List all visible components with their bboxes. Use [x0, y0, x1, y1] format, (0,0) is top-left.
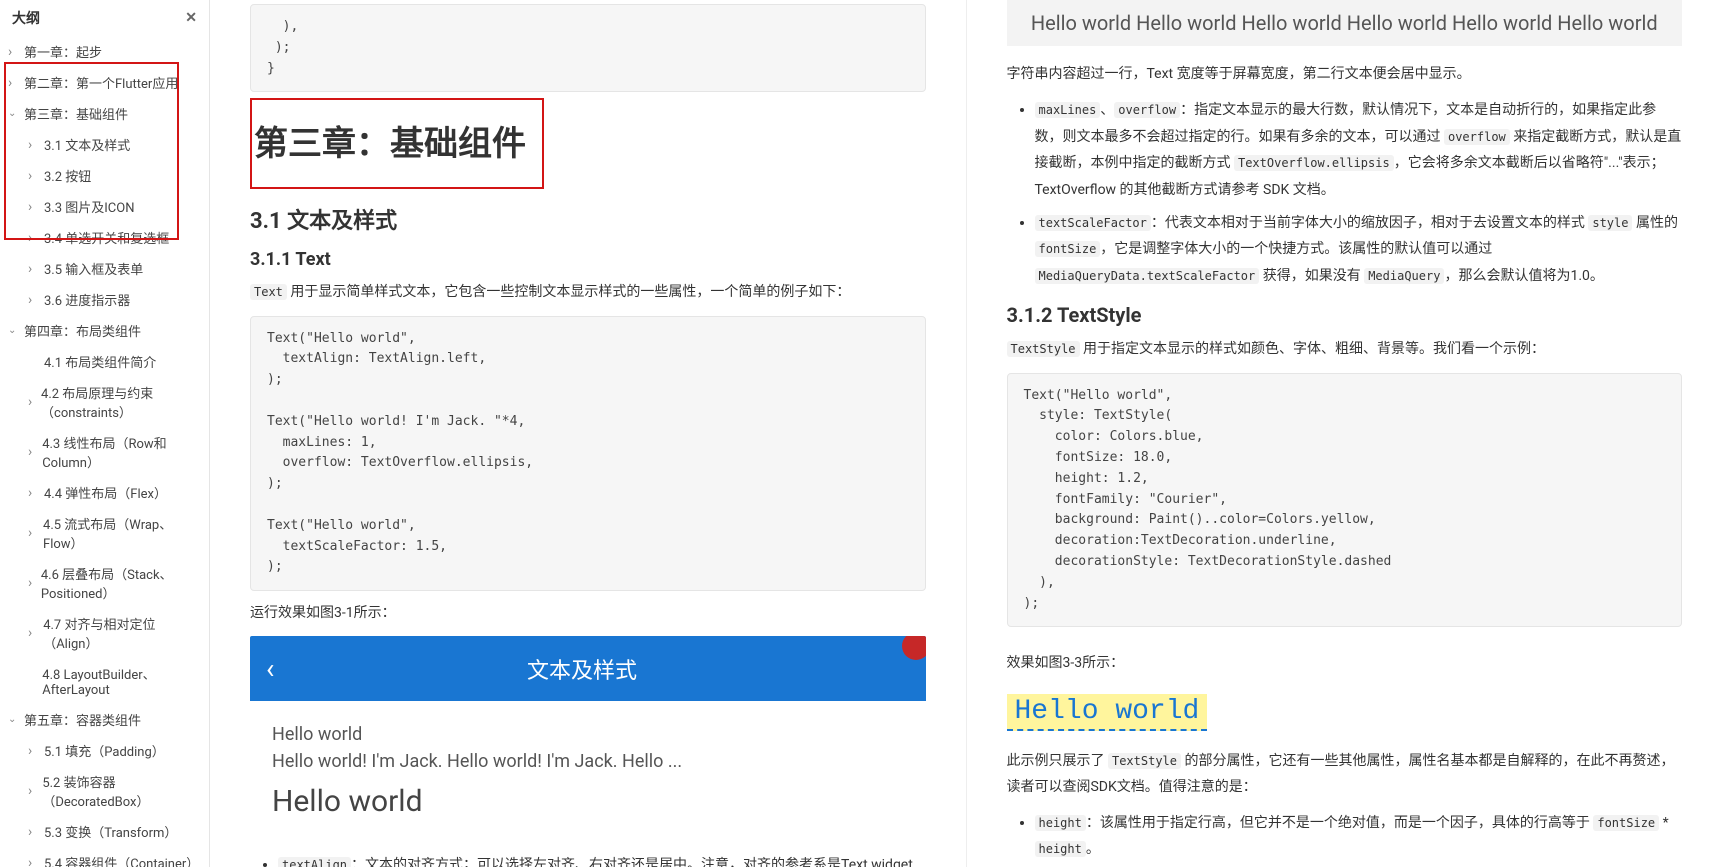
hello-banner: Hello world Hello world Hello world Hell… — [1007, 0, 1683, 46]
section-3-1-1: 3.1.1 Text — [250, 249, 926, 270]
nav-item[interactable]: 第四章：布局类组件 — [0, 315, 209, 346]
sidebar-header: 大纲 ✕ — [0, 0, 209, 36]
chevron-icon — [28, 676, 40, 687]
nav-label: 4.3 线性布局（Row和Column） — [42, 433, 201, 471]
chevron-icon — [28, 444, 40, 460]
chevron-icon — [28, 394, 39, 410]
highlight-annotation — [4, 62, 179, 240]
nav-label: 4.2 布局原理与约束（constraints） — [41, 383, 201, 421]
chevron-icon — [28, 485, 42, 501]
preview-line-2: Hello world! I'm Jack. Hello world! I'm … — [272, 748, 904, 775]
outline-sidebar: 大纲 ✕ 第一章：起步第二章：第一个Flutter应用第三章：基础组件3.1 文… — [0, 0, 210, 867]
nav-label: 4.8 LayoutBuilder、AfterLayout — [42, 664, 201, 698]
nav-item[interactable]: 5.2 装饰容器（DecoratedBox） — [0, 766, 209, 816]
bullet-textscale: textScaleFactor：代表文本相对于当前字体大小的缩放因子，相对于去设… — [1035, 210, 1683, 290]
bullet-textalign: textAlign：文本的对齐方式；可以选择左对齐、右对齐还是居中。注意，对齐的… — [278, 852, 926, 867]
p-wrap-note: 字符串内容超过一行，Text 宽度等于屏幕宽度，第二行文本便会居中显示。 — [1007, 62, 1683, 87]
chevron-icon — [28, 783, 40, 799]
nav-label: 5.1 填充（Padding） — [44, 741, 165, 760]
nav-item[interactable]: 4.7 对齐与相对定位（Align） — [0, 608, 209, 658]
bullet-height: height：该属性用于指定行高，但它并不是一个绝对值，而是一个因子，具体的行高… — [1035, 810, 1683, 863]
app-preview: ‹ 文本及样式 Hello world Hello world! I'm Jac… — [250, 636, 926, 844]
section-3-1-2: 3.1.2 TextStyle — [1007, 303, 1683, 327]
chevron-icon — [28, 292, 42, 308]
nav-item[interactable]: 4.3 线性布局（Row和Column） — [0, 427, 209, 477]
bullet-list-3: height：该属性用于指定行高，但它并不是一个绝对值，而是一个因子，具体的行高… — [1035, 810, 1683, 867]
chevron-icon — [8, 714, 22, 725]
chevron-icon — [8, 325, 22, 336]
nav-item[interactable]: 5.4 容器组件（Container） — [0, 847, 209, 867]
nav-label: 5.4 容器组件（Container） — [44, 853, 199, 867]
app-bar-title: 文本及样式 — [294, 653, 869, 685]
nav-label: 4.5 流式布局（Wrap、Flow） — [43, 514, 201, 552]
nav-label: 4.7 对齐与相对定位（Align） — [43, 614, 201, 652]
p-partial-props: 此示例只展示了 TextStyle 的部分属性，它还有一些其他属性，属性名基本都… — [1007, 749, 1683, 799]
bullet-list: textAlign：文本的对齐方式；可以选择左对齐、右对齐还是居中。注意，对齐的… — [278, 852, 926, 867]
app-body: Hello world Hello world! I'm Jack. Hello… — [250, 701, 926, 844]
nav-item[interactable]: 3.5 输入框及表单 — [0, 253, 209, 284]
back-icon: ‹ — [266, 652, 274, 685]
debug-banner — [902, 636, 926, 660]
nav-label: 3.6 进度指示器 — [44, 290, 130, 309]
chevron-icon — [28, 625, 41, 641]
nav-label: 5.2 装饰容器（DecoratedBox） — [42, 772, 201, 810]
nav-item[interactable]: 4.1 布局类组件简介 — [0, 346, 209, 377]
chevron-icon — [28, 356, 42, 367]
nav-item[interactable]: 4.2 布局原理与约束（constraints） — [0, 377, 209, 427]
chevron-icon — [28, 261, 42, 277]
nav-label: 5.3 变换（Transform） — [44, 822, 177, 841]
styled-hello-preview: Hello world — [1007, 686, 1683, 739]
chevron-icon — [28, 824, 42, 840]
nav-item[interactable]: 3.6 进度指示器 — [0, 284, 209, 315]
p-textstyle: TextStyle 用于指定文本显示的样式如颜色、字体、粗细、背景等。我们看一个… — [1007, 337, 1683, 362]
left-column: ), ); } 第三章：基础组件 3.1 文本及样式 3.1.1 Text Te… — [210, 0, 967, 867]
nav-item[interactable]: 4.4 弹性布局（Flex） — [0, 477, 209, 508]
close-icon[interactable]: ✕ — [185, 10, 197, 26]
preview-line-3: Hello world — [272, 779, 904, 824]
bullet-maxlines: maxLines、overflow：指定文本显示的最大行数，默认情况下，文本是自… — [1035, 97, 1683, 203]
chevron-icon — [28, 855, 42, 867]
nav-item[interactable]: 4.8 LayoutBuilder、AfterLayout — [0, 658, 209, 704]
styled-hello: Hello world — [1007, 694, 1208, 731]
code-block-partial: ), ); } — [250, 4, 926, 92]
effect-note: 效果如图3-3所示： — [1007, 651, 1683, 676]
bullet-list-2: maxLines、overflow：指定文本显示的最大行数，默认情况下，文本是自… — [1035, 97, 1683, 289]
text-code: Text — [250, 284, 287, 300]
preview-line-1: Hello world — [272, 721, 904, 748]
nav-item[interactable]: 5.3 变换（Transform） — [0, 816, 209, 847]
nav-label: 4.6 层叠布局（Stack、Positioned） — [41, 564, 201, 602]
content-area: ), ); } 第三章：基础组件 3.1 文本及样式 3.1.1 Text Te… — [210, 0, 1722, 867]
nav-label: 第一章：起步 — [24, 42, 102, 61]
chevron-icon — [28, 743, 42, 759]
code-block-text-examples: Text("Hello world", textAlign: TextAlign… — [250, 316, 926, 592]
run-note: 运行效果如图3-1所示： — [250, 601, 926, 626]
chevron-icon — [8, 44, 22, 60]
right-column: Hello world Hello world Hello world Hell… — [967, 0, 1722, 867]
nav-item[interactable]: 4.6 层叠布局（Stack、Positioned） — [0, 558, 209, 608]
section-3-1: 3.1 文本及样式 — [250, 203, 926, 235]
nav-item[interactable]: 5.1 填充（Padding） — [0, 735, 209, 766]
chevron-icon — [28, 525, 41, 541]
nav-label: 4.4 弹性布局（Flex） — [44, 483, 167, 502]
nav-item[interactable]: 4.5 流式布局（Wrap、Flow） — [0, 508, 209, 558]
nav-label: 3.5 输入框及表单 — [44, 259, 143, 278]
nav-label: 4.1 布局类组件简介 — [44, 352, 156, 371]
code-block-textstyle: Text("Hello world", style: TextStyle( co… — [1007, 373, 1683, 628]
app-bar: ‹ 文本及样式 — [250, 636, 926, 701]
chapter-title: 第三章：基础组件 — [254, 116, 526, 165]
sidebar-title: 大纲 — [12, 8, 40, 28]
nav-label: 第五章：容器类组件 — [24, 710, 141, 729]
nav-item[interactable]: 第五章：容器类组件 — [0, 704, 209, 735]
chevron-icon — [28, 575, 39, 591]
text-intro: Text 用于显示简单样式文本，它包含一些控制文本显示样式的一些属性，一个简单的… — [250, 280, 926, 305]
chapter-highlight: 第三章：基础组件 — [250, 98, 544, 189]
nav-label: 第四章：布局类组件 — [24, 321, 141, 340]
